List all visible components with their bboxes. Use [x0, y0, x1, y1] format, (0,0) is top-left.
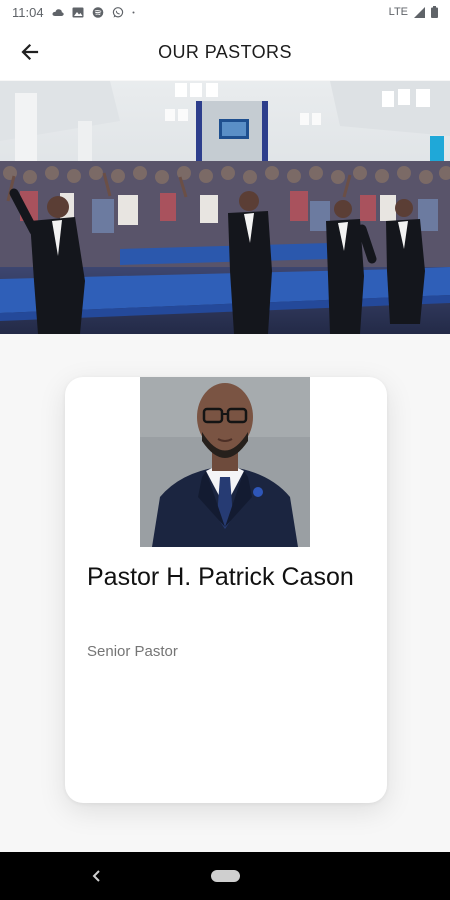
pastor-portrait-image	[140, 377, 310, 547]
network-label: LTE	[388, 6, 408, 18]
status-left: 11:04	[12, 5, 138, 20]
system-nav-bar	[0, 852, 450, 900]
cloud-icon	[52, 8, 64, 16]
pastor-card[interactable]: Pastor H. Patrick Cason Senior Pastor	[65, 377, 387, 803]
chevron-left-icon[interactable]	[88, 866, 104, 886]
pastor-role: Senior Pastor	[87, 643, 178, 660]
arrow-left-icon	[21, 43, 39, 61]
pastor-name: Pastor H. Patrick Cason	[87, 563, 354, 591]
back-button[interactable]	[10, 32, 50, 72]
church-congregation-photo	[0, 81, 450, 334]
status-bar: 11:04 LTE	[0, 0, 450, 24]
battery-icon	[431, 6, 438, 18]
dot-icon	[132, 11, 135, 13]
spotify-icon	[92, 6, 103, 18]
page-title: OUR PASTORS	[158, 41, 292, 62]
church-hero-image	[0, 81, 450, 334]
status-right: LTE	[389, 6, 438, 18]
image-icon	[72, 7, 84, 17]
signal-icon	[414, 6, 425, 18]
app-bar: OUR PASTORS	[0, 24, 450, 80]
status-time: 11:04	[12, 4, 44, 20]
whatsapp-icon	[112, 6, 123, 18]
pastor-photo	[140, 377, 310, 547]
home-pill-icon[interactable]	[211, 870, 240, 882]
